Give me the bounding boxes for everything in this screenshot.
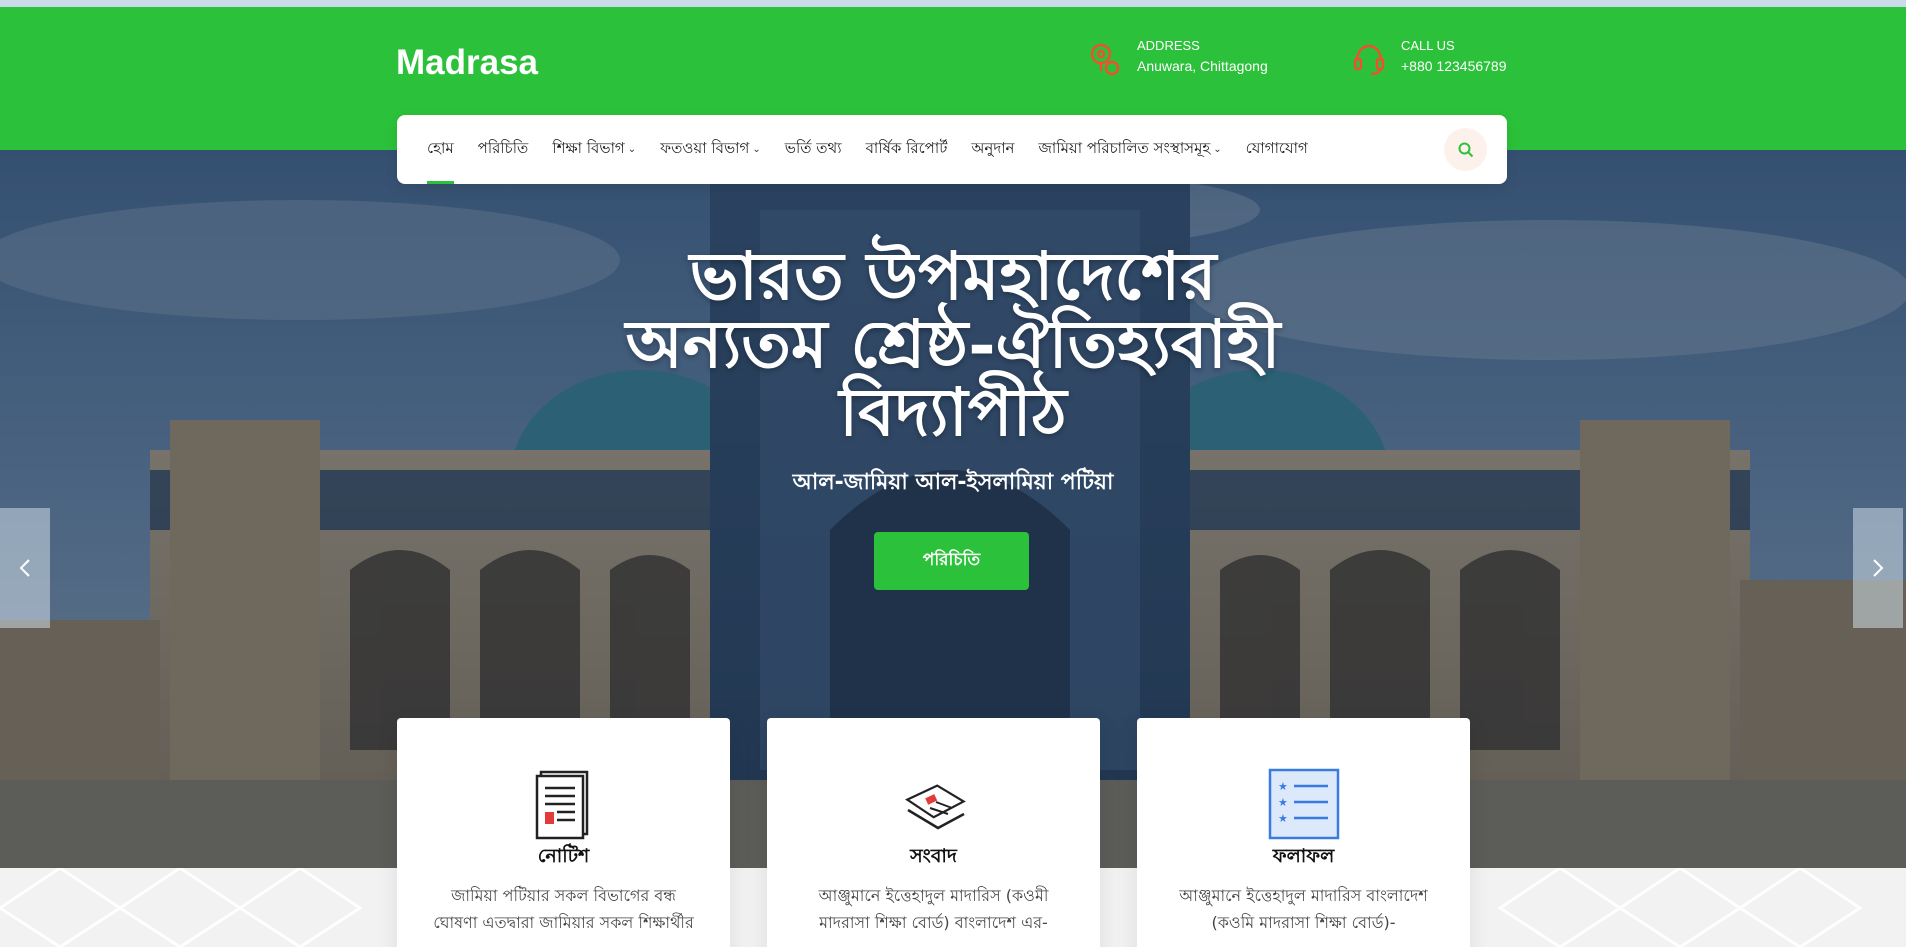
news-card-text: আঞ্জুমানে ইত্তেহাদুল মাদারিস (কওমী মাদরা… (818, 886, 1049, 932)
hero-title: ভারত উপমহাদেশের অন্যতম শ্রেষ্ঠ-ঐতিহ্যবাহ… (625, 237, 1281, 451)
nav-menu: হোম পরিচিতি শিক্ষা বিভাগ ⌄ ফতওয়া বিভাগ ⌄ … (427, 115, 1332, 184)
nav-item-donation[interactable]: অনুদান (971, 115, 1014, 184)
hero-subtitle: আল-জামিয়া আল-ইসলামিয়া পটিয়া (792, 470, 1114, 495)
nav-item-fatwa[interactable]: ফতওয়া বিভাগ ⌄ (660, 115, 761, 184)
address-info: ADDRESS Anuwara, Chittagong (1087, 37, 1268, 77)
chevron-down-icon: ⌄ (627, 144, 637, 155)
svg-text:★: ★ (1278, 780, 1288, 793)
headset-icon (1353, 44, 1385, 76)
slider-prev-button[interactable] (0, 508, 50, 628)
search-button[interactable] (1444, 128, 1487, 171)
call-info: CALL US +880 123456789 (1351, 37, 1507, 77)
notice-card[interactable]: নোটিশ জামিয়া পটিয়ার সকল বিভাগের বন্ধ ঘ… (397, 718, 730, 947)
newspaper-icon (905, 784, 966, 830)
nav-item-annual-report[interactable]: বার্ষিক রিপোর্ট (866, 115, 948, 184)
notice-card-text: জামিয়া পটিয়ার সকল বিভাগের বন্ধ ঘোষণা এ… (433, 886, 694, 932)
result-card[interactable]: ★ ★ ★ ফলাফল আঞ্জুমানে ইত্তেহাদুল মাদারিস… (1137, 718, 1470, 947)
slider-next-button[interactable] (1853, 508, 1903, 628)
news-card-title: সংবাদ (910, 845, 957, 867)
notice-document-icon (535, 770, 589, 840)
svg-text:★: ★ (1278, 796, 1288, 809)
nav-item-education[interactable]: শিক্ষা বিভাগ ⌄ (552, 115, 636, 184)
result-list-icon: ★ ★ ★ (1268, 768, 1340, 840)
call-value[interactable]: +880 123456789 (1401, 55, 1507, 77)
nav-item-home[interactable]: হোম (427, 115, 454, 184)
chevron-right-icon (1873, 559, 1884, 577)
call-label: CALL US (1401, 38, 1455, 53)
address-label: ADDRESS (1137, 38, 1200, 53)
nav-item-organizations[interactable]: জামিয়া পরিচালিত সংস্থাসমূহ ⌄ (1039, 115, 1222, 184)
nav-item-admission[interactable]: ভর্তি তথ্য (785, 115, 842, 184)
main-navbar: হোম পরিচিতি শিক্ষা বিভাগ ⌄ ফতওয়া বিভাগ ⌄ … (397, 115, 1507, 184)
address-value: Anuwara, Chittagong (1137, 58, 1268, 74)
news-card[interactable]: সংবাদ আঞ্জুমানে ইত্তেহাদুল মাদারিস (কওমী… (767, 718, 1100, 947)
top-strip (0, 0, 1906, 7)
hero-about-button[interactable]: পরিচিতি (874, 532, 1029, 590)
chevron-down-icon: ⌄ (752, 144, 761, 155)
notice-card-title: নোটিশ (537, 845, 590, 867)
result-card-text: আঞ্জুমানে ইত্তেহাদুল মাদারিস বাংলাদেশ (ক… (1179, 886, 1428, 932)
search-icon (1458, 142, 1473, 157)
chevron-left-icon (19, 559, 30, 577)
nav-item-contact[interactable]: যোগাযোগ (1246, 115, 1308, 184)
svg-text:★: ★ (1278, 812, 1288, 825)
nav-item-about[interactable]: পরিচিতি (478, 115, 529, 184)
result-card-title: ফলাফল (1272, 845, 1335, 867)
location-pin-icon (1090, 43, 1120, 76)
site-logo[interactable]: Madrasa (396, 43, 538, 83)
chevron-down-icon: ⌄ (1213, 144, 1222, 155)
